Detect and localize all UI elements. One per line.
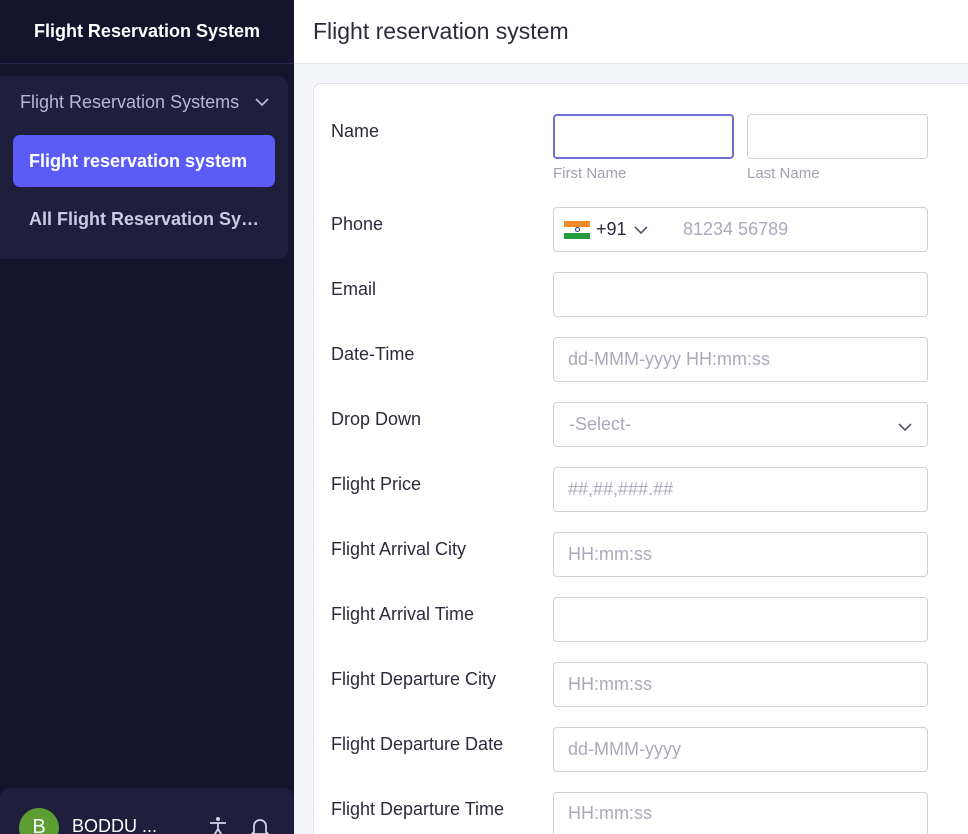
price-field[interactable] — [553, 467, 928, 512]
departure-date-input[interactable] — [554, 728, 927, 771]
price-label: Flight Price — [331, 474, 422, 494]
email-input[interactable] — [554, 273, 927, 316]
departure-date-label: Flight Departure Date — [331, 734, 504, 754]
dropdown-label: Drop Down — [331, 409, 422, 429]
arrival-city-input[interactable] — [554, 533, 927, 576]
last-name-hint: Last Name — [747, 165, 820, 182]
chevron-down-icon — [898, 423, 912, 432]
departure-city-field[interactable] — [553, 662, 928, 707]
group-toggle[interactable]: Flight Reservation Systems — [20, 90, 278, 114]
accessibility-icon[interactable] — [207, 816, 229, 834]
arrival-city-label: Flight Arrival City — [331, 539, 467, 559]
bell-icon[interactable] — [249, 816, 271, 834]
app-title: Flight Reservation System — [0, 0, 294, 64]
sidebar: Flight Reservation System Flight Reserva… — [0, 0, 294, 834]
app-group: Flight Reservation Systems Flight reserv… — [0, 76, 288, 259]
sidebar-item-all-flight-reservation-systems[interactable]: All Flight Reservation Syst... — [13, 193, 275, 245]
first-name-hint: First Name — [553, 165, 627, 182]
datetime-input[interactable] — [554, 338, 927, 381]
group-label: Flight Reservation Systems — [20, 91, 240, 112]
departure-city-label: Flight Departure City — [331, 669, 497, 689]
arrival-time-input[interactable] — [554, 598, 927, 641]
phone-number-wrap — [669, 208, 927, 251]
arrival-time-field[interactable] — [553, 597, 928, 642]
price-input[interactable] — [554, 468, 927, 511]
arrival-time-label: Flight Arrival Time — [331, 604, 475, 624]
country-code: +91 — [596, 219, 627, 239]
user-bar: B BODDU ... — [0, 788, 294, 834]
sidebar-item-label: Flight reservation system — [29, 150, 248, 171]
chevron-down-icon — [255, 98, 269, 107]
last-name-field[interactable] — [747, 114, 928, 159]
india-flag-icon — [564, 220, 590, 239]
form-card — [313, 83, 968, 834]
datetime-label: Date-Time — [331, 344, 415, 364]
name-label: Name — [331, 121, 380, 141]
avatar[interactable]: B — [19, 808, 59, 834]
sidebar-item-flight-reservation-system[interactable]: Flight reservation system — [13, 135, 275, 187]
departure-time-label: Flight Departure Time — [331, 799, 505, 819]
first-name-field[interactable] — [553, 114, 734, 159]
phone-label: Phone — [331, 214, 384, 234]
phone-number-input[interactable] — [669, 208, 927, 251]
first-name-input[interactable] — [555, 116, 732, 157]
departure-time-input[interactable] — [554, 793, 927, 834]
chevron-down-icon — [633, 225, 648, 234]
email-field[interactable] — [553, 272, 928, 317]
page-title: Flight reservation system — [294, 0, 968, 64]
country-code-selector[interactable]: +91 — [564, 208, 649, 251]
departure-time-field[interactable] — [553, 792, 928, 834]
last-name-input[interactable] — [748, 115, 927, 158]
dropdown-selected: -Select- — [569, 414, 632, 434]
phone-field: +91 — [553, 207, 928, 252]
departure-city-input[interactable] — [554, 663, 927, 706]
sidebar-item-label: All Flight Reservation Syst... — [29, 208, 265, 229]
arrival-city-field[interactable] — [553, 532, 928, 577]
departure-date-field[interactable] — [553, 727, 928, 772]
email-label: Email — [331, 279, 377, 299]
dropdown-select[interactable]: -Select- — [553, 402, 928, 447]
user-name[interactable]: BODDU ... — [72, 816, 157, 834]
datetime-field[interactable] — [553, 337, 928, 382]
